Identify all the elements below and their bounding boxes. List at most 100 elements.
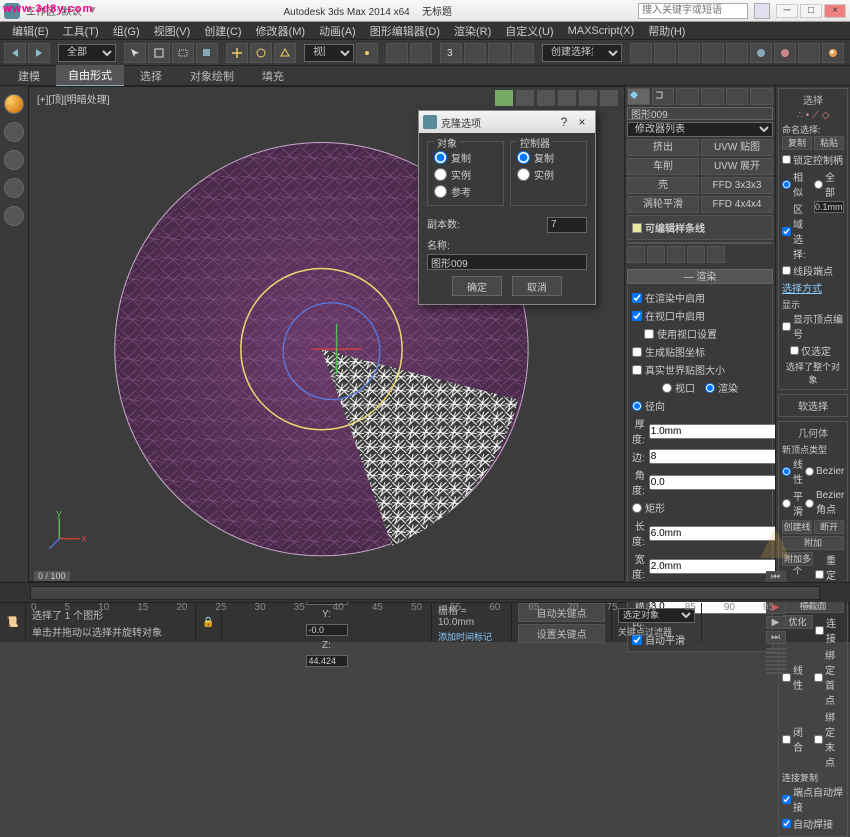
nav-maxtoggle[interactable]: [766, 672, 786, 674]
radio-bezc[interactable]: Bezier 角点: [805, 488, 844, 518]
chk-area[interactable]: 区域选择:: [782, 201, 812, 261]
radio-rect[interactable]: 矩形: [632, 500, 768, 515]
cmd-tab-motion[interactable]: [701, 88, 724, 105]
menu-render[interactable]: 渲染(R): [448, 22, 497, 40]
copies-input[interactable]: [547, 217, 587, 233]
menu-view[interactable]: 视图(V): [148, 22, 197, 40]
nav-zoom[interactable]: [766, 648, 786, 650]
btn-break[interactable]: 断开: [814, 520, 844, 534]
area-val[interactable]: [814, 201, 844, 213]
radio-smooth[interactable]: 平滑: [782, 488, 803, 518]
vp-ctrl-2[interactable]: [516, 90, 534, 106]
chk-segend[interactable]: 线段端点: [782, 263, 844, 278]
stack-remove[interactable]: [687, 246, 705, 263]
redo-button[interactable]: [28, 43, 50, 63]
ribbon-tab-modeling[interactable]: 建模: [6, 66, 52, 86]
vp-ctrl-4[interactable]: [558, 90, 576, 106]
ribbon-tab-selection[interactable]: 选择: [128, 66, 174, 86]
select-by-name-button[interactable]: [148, 43, 170, 63]
named-selection-dropdown[interactable]: 创建选择集: [542, 44, 622, 62]
select-button[interactable]: [124, 43, 146, 63]
radio-radial[interactable]: 径向: [632, 398, 768, 413]
radio-ctrl-inst[interactable]: 实例: [517, 167, 580, 182]
sidebar-tool-2[interactable]: [4, 150, 24, 170]
stack-pin[interactable]: [627, 246, 645, 263]
vp-ctrl-5[interactable]: [579, 90, 597, 106]
align-button[interactable]: [654, 43, 676, 63]
dialog-cancel-button[interactable]: 取消: [512, 276, 562, 296]
stack-show[interactable]: [647, 246, 665, 263]
setkey-button[interactable]: 设置关键点: [518, 624, 605, 643]
next-frame-button[interactable]: ▶: [766, 616, 786, 629]
radio-bez[interactable]: Bezier: [805, 456, 844, 486]
cmd-tab-modify[interactable]: [652, 88, 675, 105]
nav-zoomext[interactable]: [766, 656, 786, 658]
pivot-button[interactable]: [356, 43, 378, 63]
link-selway[interactable]: 选择方式: [782, 280, 822, 295]
radio-viewport[interactable]: 视口: [662, 380, 695, 395]
percent-snap-button[interactable]: [488, 43, 510, 63]
render-frame-button[interactable]: [798, 43, 820, 63]
snap-toggle-button[interactable]: 3: [440, 43, 462, 63]
radio-ctrl-copy[interactable]: 复制: [517, 150, 580, 165]
render-setup-button[interactable]: [774, 43, 796, 63]
coord-y[interactable]: [306, 624, 348, 636]
chk-autow[interactable]: 端点自动焊接: [782, 784, 844, 814]
ref-coord-dropdown[interactable]: 视图: [304, 44, 354, 62]
chk-lock[interactable]: 锁定控制柄: [782, 152, 844, 167]
nav-pan[interactable]: [766, 664, 786, 666]
radio-obj-ref[interactable]: 参考: [434, 184, 497, 199]
viewport-label[interactable]: [+][顶][明暗处理]: [37, 91, 110, 106]
mod-uvwunwrap[interactable]: UVW 展开: [701, 158, 773, 175]
keyboard-button[interactable]: [410, 43, 432, 63]
render-button[interactable]: [822, 43, 844, 63]
menu-create[interactable]: 创建(C): [198, 22, 247, 40]
spinner-snap-button[interactable]: [512, 43, 534, 63]
stack-config[interactable]: [707, 246, 725, 263]
timeline[interactable]: 0 / 100 05101520253035404550556065707580…: [0, 582, 850, 602]
schematic-button[interactable]: [726, 43, 748, 63]
stack-unique[interactable]: [667, 246, 685, 263]
radio-linear[interactable]: 线性: [782, 456, 803, 486]
object-name-input[interactable]: [627, 107, 773, 120]
dialog-help-button[interactable]: ?: [555, 115, 573, 129]
chk-showvn[interactable]: 显示顶点编号: [782, 311, 844, 341]
window-crossing-button[interactable]: [196, 43, 218, 63]
chk-realworld[interactable]: 真实世界贴图大小: [632, 362, 768, 377]
menu-graph[interactable]: 图形编辑器(D): [364, 22, 446, 40]
help-search-input[interactable]: [638, 3, 748, 19]
nav-orbit[interactable]: [766, 668, 786, 670]
angle-snap-button[interactable]: [464, 43, 486, 63]
menu-tools[interactable]: 工具(T): [57, 22, 105, 40]
mod-lathe[interactable]: 车削: [627, 158, 699, 175]
curve-editor-button[interactable]: [702, 43, 724, 63]
radio-all[interactable]: 全部: [814, 169, 844, 199]
rollout-render[interactable]: — 渲染: [627, 269, 773, 284]
menu-help[interactable]: 帮助(H): [642, 22, 691, 40]
infocenter-icon[interactable]: [754, 3, 770, 19]
menu-group[interactable]: 组(G): [107, 22, 146, 40]
nav-fov[interactable]: [766, 660, 786, 662]
section-softsel[interactable]: 软选择: [778, 394, 848, 417]
menu-modifiers[interactable]: 修改器(M): [250, 22, 312, 40]
radio-similar[interactable]: 相似: [782, 169, 812, 199]
coord-z[interactable]: [306, 655, 348, 667]
radio-obj-inst[interactable]: 实例: [434, 167, 497, 182]
sides-input[interactable]: [649, 449, 785, 464]
chk-autoweld[interactable]: 自动焊接: [782, 816, 844, 831]
ribbon-tab-freeform[interactable]: 自由形式: [56, 65, 124, 87]
btn-paste[interactable]: 粘贴: [814, 136, 844, 150]
thickness-input[interactable]: [649, 424, 785, 439]
cmd-tab-utilities[interactable]: [750, 88, 773, 105]
selection-scope-dropdown[interactable]: 全部: [58, 44, 116, 62]
material-editor-button[interactable]: [750, 43, 772, 63]
chk-closed[interactable]: 闭合: [782, 709, 812, 769]
layers-button[interactable]: [678, 43, 700, 63]
mod-turbosmooth[interactable]: 涡轮平滑: [627, 196, 699, 213]
mod-extrude[interactable]: 挤出: [627, 139, 699, 156]
select-rect-button[interactable]: [172, 43, 194, 63]
radio-obj-copy[interactable]: 复制: [434, 150, 497, 165]
sidebar-tool-3[interactable]: [4, 178, 24, 198]
timetag-link[interactable]: 添加时间标记: [438, 630, 505, 643]
chk-bindl[interactable]: 绑定末点: [814, 709, 844, 769]
